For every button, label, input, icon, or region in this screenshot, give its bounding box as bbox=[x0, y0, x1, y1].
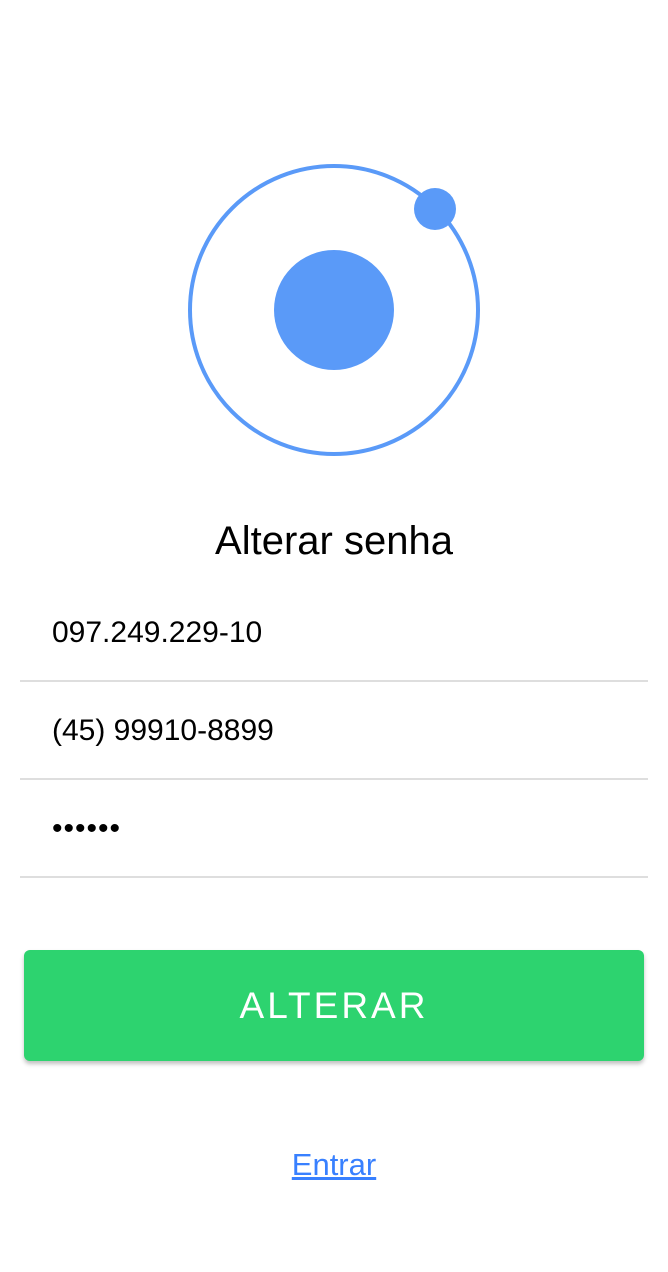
entrar-link[interactable]: Entrar bbox=[292, 1147, 376, 1182]
password-input[interactable] bbox=[52, 781, 632, 876]
login-link-container: Entrar bbox=[0, 1143, 668, 1187]
phone-input[interactable] bbox=[52, 683, 632, 778]
password-field bbox=[20, 781, 648, 878]
cpf-input[interactable] bbox=[52, 585, 632, 680]
ionic-logo-icon bbox=[184, 160, 484, 460]
phone-field bbox=[20, 683, 648, 780]
cpf-field bbox=[20, 585, 648, 682]
alterar-button[interactable]: ALTERAR bbox=[24, 950, 644, 1061]
page-title: Alterar senha bbox=[215, 519, 453, 563]
